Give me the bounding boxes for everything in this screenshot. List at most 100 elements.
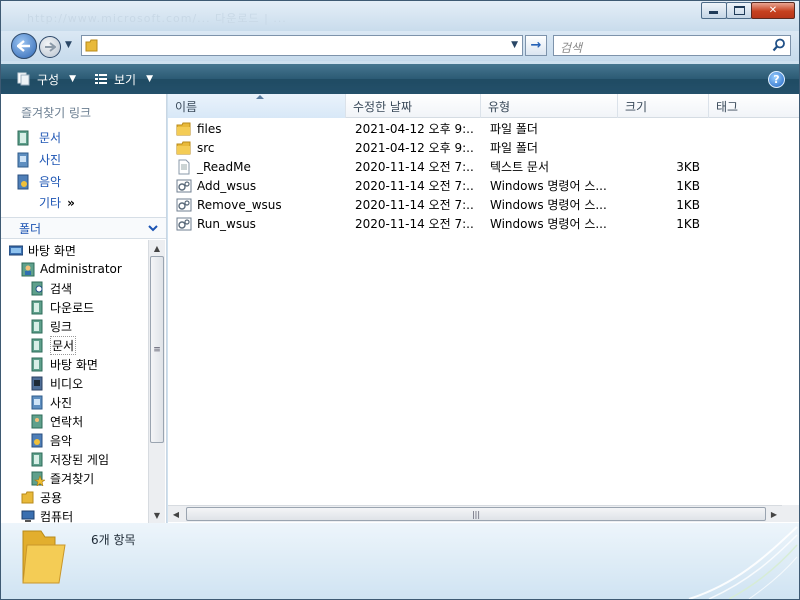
tree-item-downloads[interactable]: 다운로드: [31, 298, 94, 316]
tree-item-label: 문서: [50, 335, 77, 355]
column-header-label: 유형: [488, 99, 511, 114]
file-row[interactable]: Add_wsus 2020-11-14 오전 7:... Windows 명령어…: [168, 176, 799, 195]
views-icon: [95, 74, 108, 84]
tree-item-searches[interactable]: 검색: [31, 279, 72, 297]
column-header-label: 태그: [716, 99, 739, 114]
favorite-links-more[interactable]: 기타 »: [39, 194, 75, 211]
column-header-size[interactable]: 크기: [618, 94, 709, 118]
file-list-horizontal-scrollbar[interactable]: ◀ ||| ▶: [168, 505, 782, 522]
maximize-icon: [733, 6, 745, 15]
file-type: Windows 명령어 스...: [490, 217, 607, 231]
tree-item-videos[interactable]: 비디오: [31, 374, 83, 392]
minimize-button[interactable]: [701, 2, 727, 19]
window-controls: ✕: [701, 2, 795, 20]
batch-file-icon: [176, 217, 192, 230]
folder-tree-scrollbar[interactable]: ▲ ≡ ▼: [148, 240, 165, 523]
folders-header[interactable]: 폴더: [1, 217, 166, 239]
file-name: files: [197, 121, 222, 136]
favorite-link-label: 음악: [39, 175, 62, 189]
command-toolbar: 구성 ▼ 보기 ▼ ?: [1, 64, 799, 94]
file-row[interactable]: _ReadMe 2020-11-14 오전 7:... 텍스트 문서 3KB: [168, 157, 799, 176]
tree-item-label: 바탕 화면: [28, 243, 76, 258]
favorite-link-pictures[interactable]: 사진: [17, 151, 61, 168]
address-dropdown-icon[interactable]: ▼: [511, 40, 518, 50]
documents-icon: [17, 130, 29, 145]
tree-item-music[interactable]: 음악: [31, 431, 72, 449]
file-name-cell: Remove_wsus: [176, 195, 282, 214]
batch-file-icon: [176, 198, 192, 211]
scrollbar-thumb[interactable]: ≡: [150, 256, 164, 443]
close-button[interactable]: ✕: [751, 2, 795, 19]
file-row[interactable]: Run_wsus 2020-11-14 오전 7:... Windows 명령어…: [168, 214, 799, 233]
links-folder-icon: [31, 319, 43, 333]
tree-item-administrator[interactable]: Administrator: [21, 260, 122, 278]
tree-item-favorites[interactable]: 즐겨찾기: [31, 469, 94, 487]
column-header-name[interactable]: 이름: [168, 94, 346, 118]
folder-icon: [176, 141, 191, 154]
scrollbar-thumb[interactable]: |||: [186, 507, 766, 521]
maximize-button[interactable]: [726, 2, 752, 19]
tree-item-links[interactable]: 링크: [31, 317, 72, 335]
file-name-cell: Add_wsus: [176, 176, 256, 195]
double-chevron-icon: »: [67, 195, 75, 210]
views-button[interactable]: 보기 ▼: [94, 67, 153, 91]
scroll-left-icon[interactable]: ◀: [168, 506, 184, 522]
pictures-icon: [17, 152, 29, 167]
back-button[interactable]: [11, 33, 37, 59]
tree-item-desktop[interactable]: 바탕 화면: [9, 241, 76, 259]
scroll-down-icon[interactable]: ▼: [149, 507, 165, 523]
forward-button[interactable]: [39, 36, 61, 58]
search-icon[interactable]: [772, 38, 786, 52]
go-arrow-icon: →: [530, 38, 542, 53]
file-date: 2020-11-14 오전 7:...: [355, 217, 475, 231]
help-button[interactable]: ?: [768, 71, 785, 88]
music-folder-icon: [31, 433, 43, 447]
tree-item-saved-games[interactable]: 저장된 게임: [31, 450, 109, 468]
recent-pages-dropdown[interactable]: ▼: [65, 40, 72, 50]
back-arrow-icon: [17, 40, 30, 52]
organize-button[interactable]: 구성 ▼: [17, 67, 76, 91]
tree-item-label: 공용: [40, 490, 63, 505]
folders-title: 폴더: [19, 221, 42, 236]
scrollbar-corner: [782, 505, 799, 522]
file-row[interactable]: src 2021-04-12 오후 9:... 파일 폴더: [168, 138, 799, 157]
address-bar[interactable]: ▼: [81, 35, 523, 56]
tree-item-label: 검색: [50, 281, 73, 296]
tree-item-pictures[interactable]: 사진: [31, 393, 72, 411]
column-header-date[interactable]: 수정한 날짜: [346, 94, 481, 118]
desktop-icon: [9, 245, 23, 255]
tree-item-label: 연락처: [50, 414, 84, 429]
sort-ascending-icon: [256, 95, 264, 99]
file-name-cell: Run_wsus: [176, 214, 256, 233]
column-header-type[interactable]: 유형: [481, 94, 618, 118]
file-date: 2021-04-12 오후 9:...: [355, 141, 475, 155]
title-bar[interactable]: http://www.microsoft.com/... 다운로드 | ... …: [1, 1, 799, 31]
details-pane: 6개 항목: [1, 523, 799, 599]
large-folder-icon: [22, 530, 66, 584]
computer-icon: [21, 510, 35, 522]
tree-item-contacts[interactable]: 연락처: [31, 412, 83, 430]
search-placeholder: 검색: [560, 41, 583, 55]
scroll-right-icon[interactable]: ▶: [766, 506, 782, 522]
favorite-link-music[interactable]: 음악: [17, 173, 61, 190]
file-list-pane: 이름 수정한 날짜 유형 크기 태그 files 2021-04-12 오후 9…: [168, 94, 799, 523]
file-size: 1KB: [676, 197, 700, 212]
tree-item-label: 즐겨찾기: [50, 471, 95, 486]
tree-item-user-desktop[interactable]: 바탕 화면: [31, 355, 98, 373]
go-button[interactable]: →: [525, 35, 547, 56]
search-input[interactable]: 검색: [553, 35, 791, 56]
file-date: 2020-11-14 오전 7:...: [355, 198, 475, 212]
tree-item-documents[interactable]: 문서: [31, 335, 77, 355]
folder-icon: [85, 39, 98, 52]
file-name: Add_wsus: [197, 178, 257, 193]
file-size: [618, 119, 700, 138]
scroll-up-icon[interactable]: ▲: [149, 240, 165, 256]
tree-item-computer[interactable]: 컴퓨터: [21, 507, 73, 523]
favorite-link-documents[interactable]: 문서: [17, 129, 61, 146]
file-row[interactable]: Remove_wsus 2020-11-14 오전 7:... Windows …: [168, 195, 799, 214]
videos-folder-icon: [31, 376, 43, 390]
file-row[interactable]: files 2021-04-12 오후 9:... 파일 폴더: [168, 119, 799, 138]
tree-item-public[interactable]: 공용: [21, 488, 62, 506]
searches-folder-icon: [31, 281, 43, 295]
column-header-tags[interactable]: 태그: [709, 94, 799, 118]
